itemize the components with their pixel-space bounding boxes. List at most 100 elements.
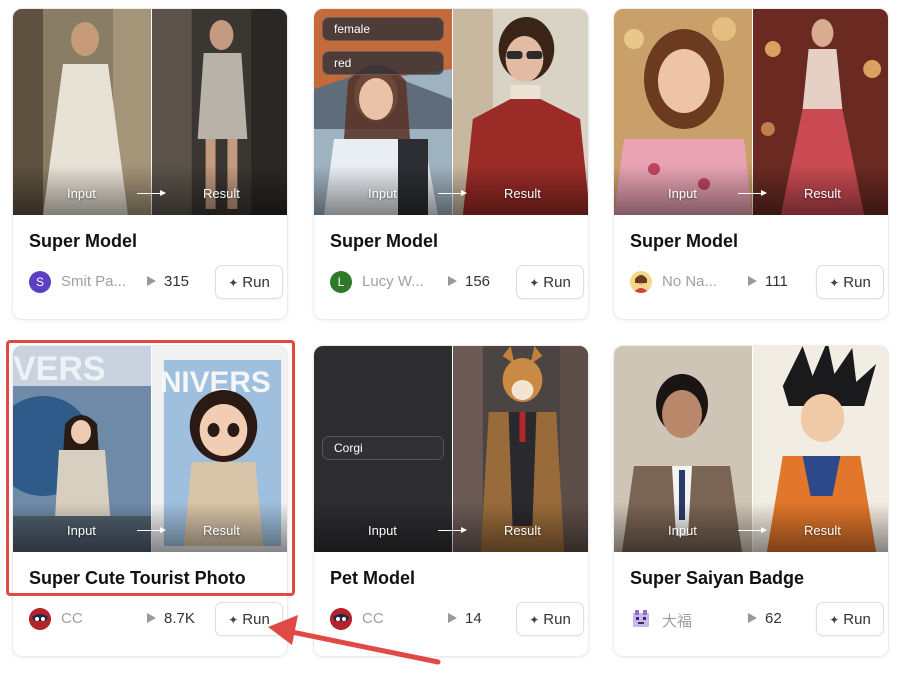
play-count: 315 xyxy=(147,273,189,290)
author-name[interactable]: No Na... xyxy=(662,273,717,290)
card-meta: 大福 62 ✦ Run xyxy=(630,602,884,636)
avatar[interactable] xyxy=(630,271,652,293)
card-title[interactable]: Super Model xyxy=(330,231,438,252)
run-button[interactable]: ✦ Run xyxy=(816,265,884,299)
magic-wand-icon: ✦ xyxy=(228,612,239,627)
template-card[interactable]: Corgi Input Result Pet Model CC 14 ✦ Run xyxy=(313,345,589,657)
play-icon xyxy=(147,613,156,623)
run-button[interactable]: ✦ Run xyxy=(215,602,283,636)
arrow-right-icon xyxy=(738,190,767,196)
play-count: 111 xyxy=(748,273,788,290)
arrow-right-icon xyxy=(438,527,467,533)
preview-image[interactable]: Input Result xyxy=(13,9,287,215)
play-count: 62 xyxy=(748,610,782,627)
prompt-tag[interactable]: Corgi xyxy=(322,436,444,460)
run-button-label: Run xyxy=(242,273,270,291)
input-label: Input xyxy=(368,523,397,538)
result-label: Result xyxy=(804,186,841,201)
avatar[interactable]: S xyxy=(29,271,51,293)
run-button[interactable]: ✦ Run xyxy=(516,602,584,636)
result-label: Result xyxy=(504,523,541,538)
run-button-label: Run xyxy=(543,610,571,628)
magic-wand-icon: ✦ xyxy=(829,612,840,627)
template-card[interactable]: Input Result Super Saiyan Badge 大福 62 ✦ R… xyxy=(613,345,889,657)
preview-image[interactable]: Corgi Input Result xyxy=(314,346,588,552)
play-icon xyxy=(147,276,156,286)
run-button-label: Run xyxy=(242,610,270,628)
result-label: Result xyxy=(804,523,841,538)
play-count-value: 62 xyxy=(765,610,782,627)
input-label: Input xyxy=(67,186,96,201)
magic-wand-icon: ✦ xyxy=(829,275,840,290)
card-meta: CC 8.7K ✦ Run xyxy=(29,602,283,636)
run-button[interactable]: ✦ Run xyxy=(215,265,283,299)
play-count-value: 315 xyxy=(164,273,190,290)
author-name[interactable]: 大福 xyxy=(662,610,692,631)
arrow-right-icon xyxy=(438,190,467,196)
prompt-tag[interactable]: red xyxy=(322,51,444,75)
play-icon xyxy=(748,613,757,623)
run-button-label: Run xyxy=(843,610,871,628)
play-icon xyxy=(448,613,457,623)
result-label: Result xyxy=(203,186,240,201)
preview-shade xyxy=(614,165,888,215)
input-label: Input xyxy=(668,186,697,201)
input-label: Input xyxy=(368,186,397,201)
preview-shade xyxy=(13,502,287,552)
play-count-value: 8.7K xyxy=(164,610,195,627)
avatar[interactable] xyxy=(630,608,652,630)
card-meta: CC 14 ✦ Run xyxy=(330,602,584,636)
card-meta: No Na... 111 ✦ Run xyxy=(630,265,884,299)
preview-image[interactable]: VERS NIVERS Input Result xyxy=(13,346,287,552)
card-title[interactable]: Super Model xyxy=(29,231,137,252)
svg-text:VERS: VERS xyxy=(13,350,106,388)
input-label: Input xyxy=(668,523,697,538)
play-count-value: 14 xyxy=(465,610,482,627)
play-count: 8.7K xyxy=(147,610,195,627)
card-title[interactable]: Super Cute Tourist Photo xyxy=(29,568,246,589)
avatar[interactable] xyxy=(29,608,51,630)
play-icon xyxy=(448,276,457,286)
avatar[interactable]: L xyxy=(330,271,352,293)
preview-shade xyxy=(13,165,287,215)
arrow-right-icon xyxy=(137,190,166,196)
magic-wand-icon: ✦ xyxy=(529,612,540,627)
card-title[interactable]: Super Model xyxy=(630,231,738,252)
play-count-value: 156 xyxy=(465,273,491,290)
author-name[interactable]: Smit Pa... xyxy=(61,273,126,290)
arrow-right-icon xyxy=(738,527,767,533)
play-icon xyxy=(748,276,757,286)
magic-wand-icon: ✦ xyxy=(529,275,540,290)
author-name[interactable]: Lucy W... xyxy=(362,273,424,290)
preview-shade xyxy=(614,502,888,552)
avatar[interactable] xyxy=(330,608,352,630)
play-count: 14 xyxy=(448,610,482,627)
card-title[interactable]: Super Saiyan Badge xyxy=(630,568,804,589)
template-card[interactable]: female red Input Result Super Model L Lu… xyxy=(313,8,589,320)
preview-image[interactable]: Input Result xyxy=(614,346,888,552)
preview-shade xyxy=(314,165,588,215)
author-name[interactable]: CC xyxy=(61,610,83,627)
arrow-right-icon xyxy=(137,527,166,533)
preview-image[interactable]: Input Result xyxy=(614,9,888,215)
result-label: Result xyxy=(504,186,541,201)
preview-image[interactable]: female red Input Result xyxy=(314,9,588,215)
run-button-label: Run xyxy=(843,273,871,291)
card-meta: S Smit Pa... 315 ✦ Run xyxy=(29,265,283,299)
run-button[interactable]: ✦ Run xyxy=(516,265,584,299)
template-card[interactable]: Input Result Super Model No Na... 111 ✦ R… xyxy=(613,8,889,320)
run-button-label: Run xyxy=(543,273,571,291)
card-title[interactable]: Pet Model xyxy=(330,568,415,589)
result-label: Result xyxy=(203,523,240,538)
prompt-tag[interactable]: female xyxy=(322,17,444,41)
play-count: 156 xyxy=(448,273,490,290)
run-button[interactable]: ✦ Run xyxy=(816,602,884,636)
input-label: Input xyxy=(67,523,96,538)
play-count-value: 111 xyxy=(765,273,788,290)
magic-wand-icon: ✦ xyxy=(228,275,239,290)
template-card[interactable]: VERS NIVERS Input Result Super Cute Tour… xyxy=(12,345,288,657)
card-meta: L Lucy W... 156 ✦ Run xyxy=(330,265,584,299)
preview-shade xyxy=(314,502,588,552)
author-name[interactable]: CC xyxy=(362,610,384,627)
template-card[interactable]: Input Result Super Model S Smit Pa... 31… xyxy=(12,8,288,320)
